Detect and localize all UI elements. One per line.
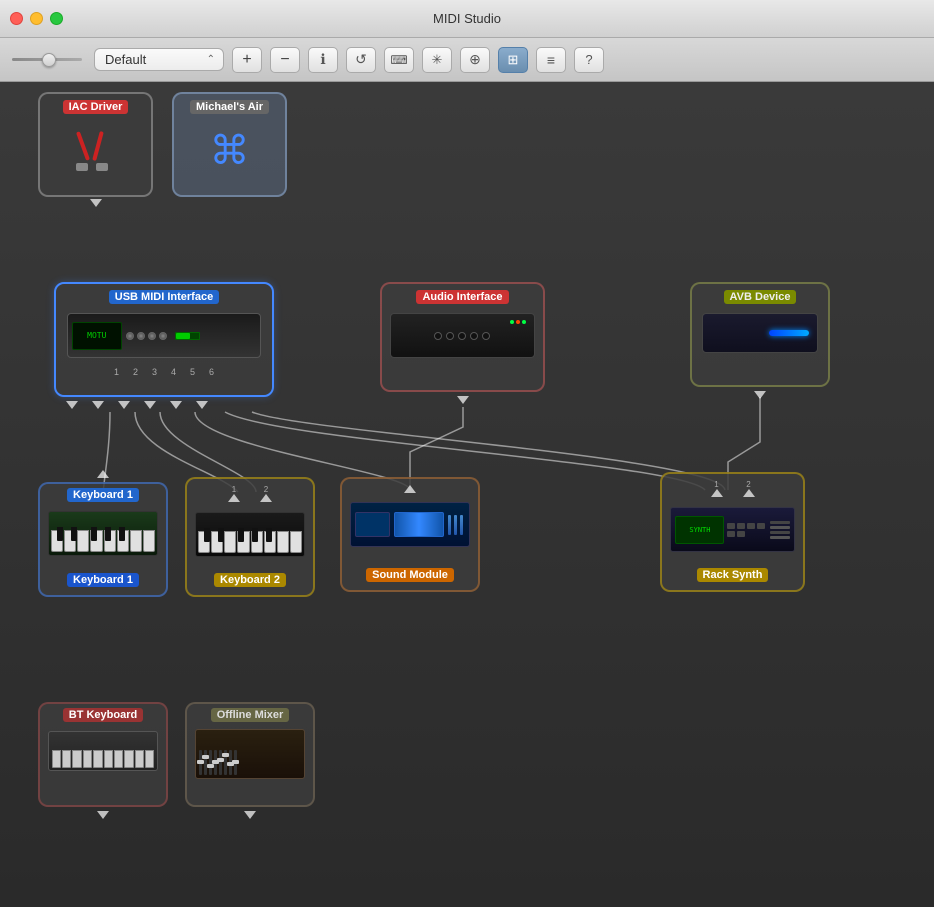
minimize-button[interactable] <box>30 12 43 25</box>
keyboard2-image <box>187 507 313 562</box>
keyboard1-port-top <box>40 470 166 478</box>
audio-interface-port-bottom <box>382 396 543 404</box>
piano-icon: ⌨ <box>390 53 407 67</box>
zoom-slider[interactable] <box>12 58 82 61</box>
network-button[interactable]: ⊕ <box>460 47 490 73</box>
audio-interface-label: Audio Interface <box>382 288 543 306</box>
dropdown-value: Default <box>105 52 146 67</box>
sound-module-device[interactable]: Sound Module <box>340 477 480 592</box>
close-button[interactable] <box>10 12 23 25</box>
usb-midi-ports <box>66 401 208 409</box>
info-icon: ℹ <box>320 51 325 68</box>
bt-keyboard-label: BT Keyboard <box>63 708 143 722</box>
keyboard1-device[interactable]: Keyboard 1 <box>38 482 168 597</box>
keyboard1-label: Keyboard 1 <box>67 488 139 502</box>
midi-canvas: IAC Driver Michael's Air ⌘ USB MIDI Int <box>0 82 934 907</box>
iac-driver-ports-bottom <box>40 199 151 207</box>
bt-keyboard-image <box>40 726 166 776</box>
titlebar: MIDI Studio <box>0 0 934 38</box>
maximize-button[interactable] <box>50 12 63 25</box>
iac-driver-image <box>40 116 151 186</box>
keyboard2-device[interactable]: 1 2 Keyboard 2 <box>185 477 315 597</box>
setup-dropdown[interactable]: Default ⌃ <box>94 48 224 71</box>
refresh-icon: ↺ <box>355 51 367 68</box>
michaels-air-label: Michael's Air <box>174 98 285 116</box>
traffic-lights <box>10 12 63 25</box>
chevron-down-icon: ⌃ <box>207 54 215 65</box>
iac-driver-device[interactable]: IAC Driver <box>38 92 153 197</box>
bluetooth-button[interactable]: ✳ <box>422 47 452 73</box>
michaels-air-image: ⌘ <box>174 116 285 186</box>
iac-driver-label: IAC Driver <box>40 98 151 116</box>
refresh-button[interactable]: ↺ <box>346 47 376 73</box>
bt-keyboard-port-bottom <box>40 811 166 819</box>
michaels-air-device[interactable]: Michael's Air ⌘ <box>172 92 287 197</box>
bluetooth-device-icon: ⌘ <box>210 128 250 174</box>
offline-mixer-image <box>187 726 313 781</box>
audio-interface-device[interactable]: Audio Interface <box>380 282 545 392</box>
keyboard2-label: Keyboard 2 <box>214 573 286 587</box>
list-icon: ≡ <box>547 52 555 68</box>
remove-button[interactable]: − <box>270 47 300 73</box>
offline-mixer-port-bottom <box>187 811 313 819</box>
audio-interface-image <box>382 308 543 363</box>
usb-midi-image: MOTU <box>56 308 272 363</box>
avb-device-image <box>692 308 828 358</box>
avb-device-port-bottom <box>692 391 828 399</box>
add-button[interactable]: + <box>232 47 262 73</box>
toolbar: Default ⌃ + − ℹ ↺ ⌨ ✳ ⊕ ⊞ ≡ ? <box>0 38 934 82</box>
network-icon: ⊕ <box>469 51 481 68</box>
rack-synth-device[interactable]: SYNTH 1 <box>660 472 805 592</box>
usb-midi-label: USB MIDI Interface <box>56 288 272 306</box>
sound-module-label: Sound Module <box>366 568 454 582</box>
piano-button[interactable]: ⌨ <box>384 47 414 73</box>
rack-synth-label: Rack Synth <box>697 568 769 582</box>
help-button[interactable]: ? <box>574 47 604 73</box>
help-icon: ? <box>585 52 592 67</box>
keyboard1-image <box>40 506 166 561</box>
avb-device-label: AVB Device <box>692 288 828 306</box>
keyboard1-bottom-label: Keyboard 1 <box>67 573 139 587</box>
sound-module-image <box>342 497 478 552</box>
window-title: MIDI Studio <box>433 11 501 26</box>
diagram-icon: ⊞ <box>508 52 519 68</box>
rack-synth-image: SYNTH <box>662 502 803 557</box>
usb-midi-device[interactable]: USB MIDI Interface MOTU 1 <box>54 282 274 397</box>
bt-keyboard-device[interactable]: BT Keyboard <box>38 702 168 807</box>
list-button[interactable]: ≡ <box>536 47 566 73</box>
info-button[interactable]: ℹ <box>308 47 338 73</box>
offline-mixer-device[interactable]: Offline Mixer <box>185 702 315 807</box>
avb-device[interactable]: AVB Device <box>690 282 830 387</box>
offline-mixer-label: Offline Mixer <box>211 708 290 722</box>
bluetooth-icon: ✳ <box>432 52 443 68</box>
diagram-button[interactable]: ⊞ <box>498 47 528 73</box>
